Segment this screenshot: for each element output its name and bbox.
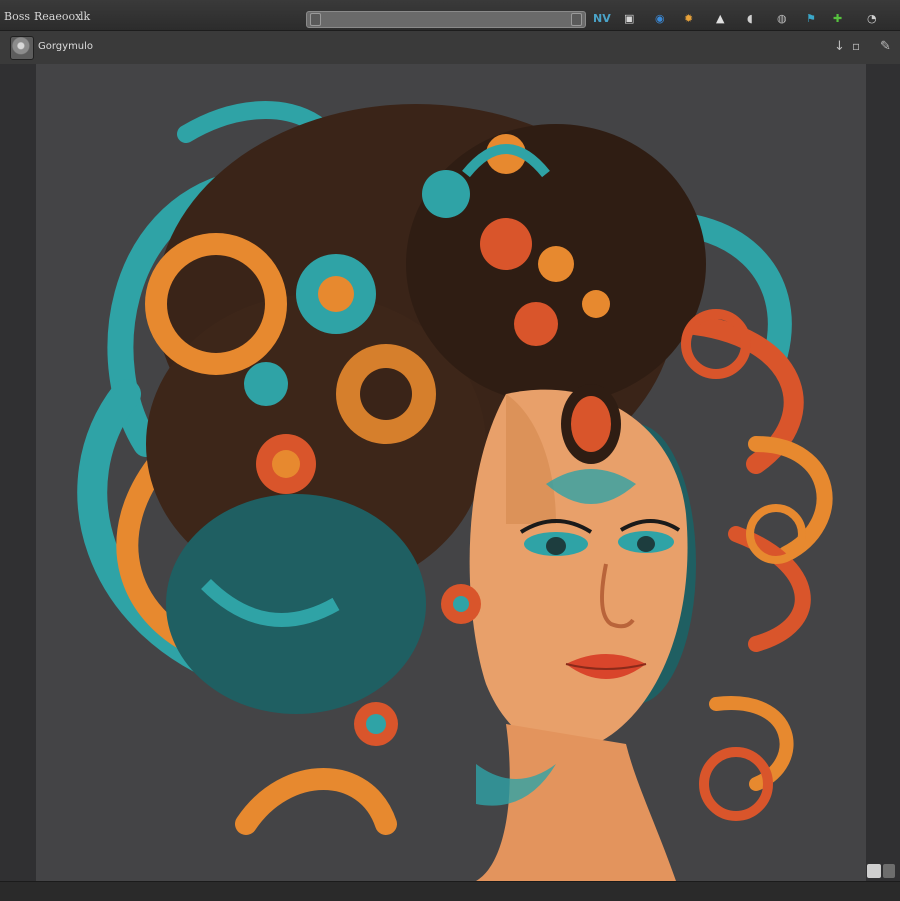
globe-icon[interactable]: ◍	[777, 12, 787, 26]
avatar[interactable]	[10, 36, 34, 60]
status-bar	[0, 881, 900, 901]
menu-item-reaeoox[interactable]: Reaeoox	[34, 10, 81, 23]
address-bar[interactable]	[306, 11, 586, 28]
camera-icon[interactable]: ▣	[624, 12, 634, 26]
window-icon[interactable]: ▫	[852, 39, 860, 53]
left-margin	[0, 64, 36, 881]
chat-icon[interactable]: ◖	[747, 12, 753, 26]
artwork-illustration	[77, 101, 833, 881]
flag-icon[interactable]: ⚑	[806, 12, 816, 26]
mountain-icon[interactable]: ▲	[716, 12, 724, 26]
nv-icon[interactable]: NV	[593, 12, 611, 26]
corner-button[interactable]	[883, 864, 895, 878]
document-title: Gorgymulo	[38, 41, 94, 52]
document-header: Gorgymulo ↓ ▫ ✎	[0, 31, 900, 65]
pen-icon[interactable]: ✎	[880, 39, 891, 54]
menu-item-boss[interactable]: Boss	[4, 10, 30, 23]
down-arrow-icon[interactable]: ↓	[834, 39, 845, 54]
menu-item-lk[interactable]: lk	[80, 10, 90, 23]
right-margin	[866, 64, 900, 881]
green-app-icon[interactable]: ✚	[833, 12, 842, 26]
resize-handle[interactable]	[867, 864, 881, 878]
artwork-canvas[interactable]	[36, 64, 866, 881]
clock-icon[interactable]: ◔	[867, 12, 877, 26]
blue-app-icon[interactable]: ◉	[655, 12, 665, 26]
title-bar: Boss Reaeoox lk NV ▣ ◉ ✹ ▲ ◖ ◍ ⚑ ✚ ◔	[0, 0, 900, 31]
orange-app-icon[interactable]: ✹	[684, 12, 693, 26]
address-left-cap	[310, 13, 321, 26]
address-right-cap	[571, 13, 582, 26]
